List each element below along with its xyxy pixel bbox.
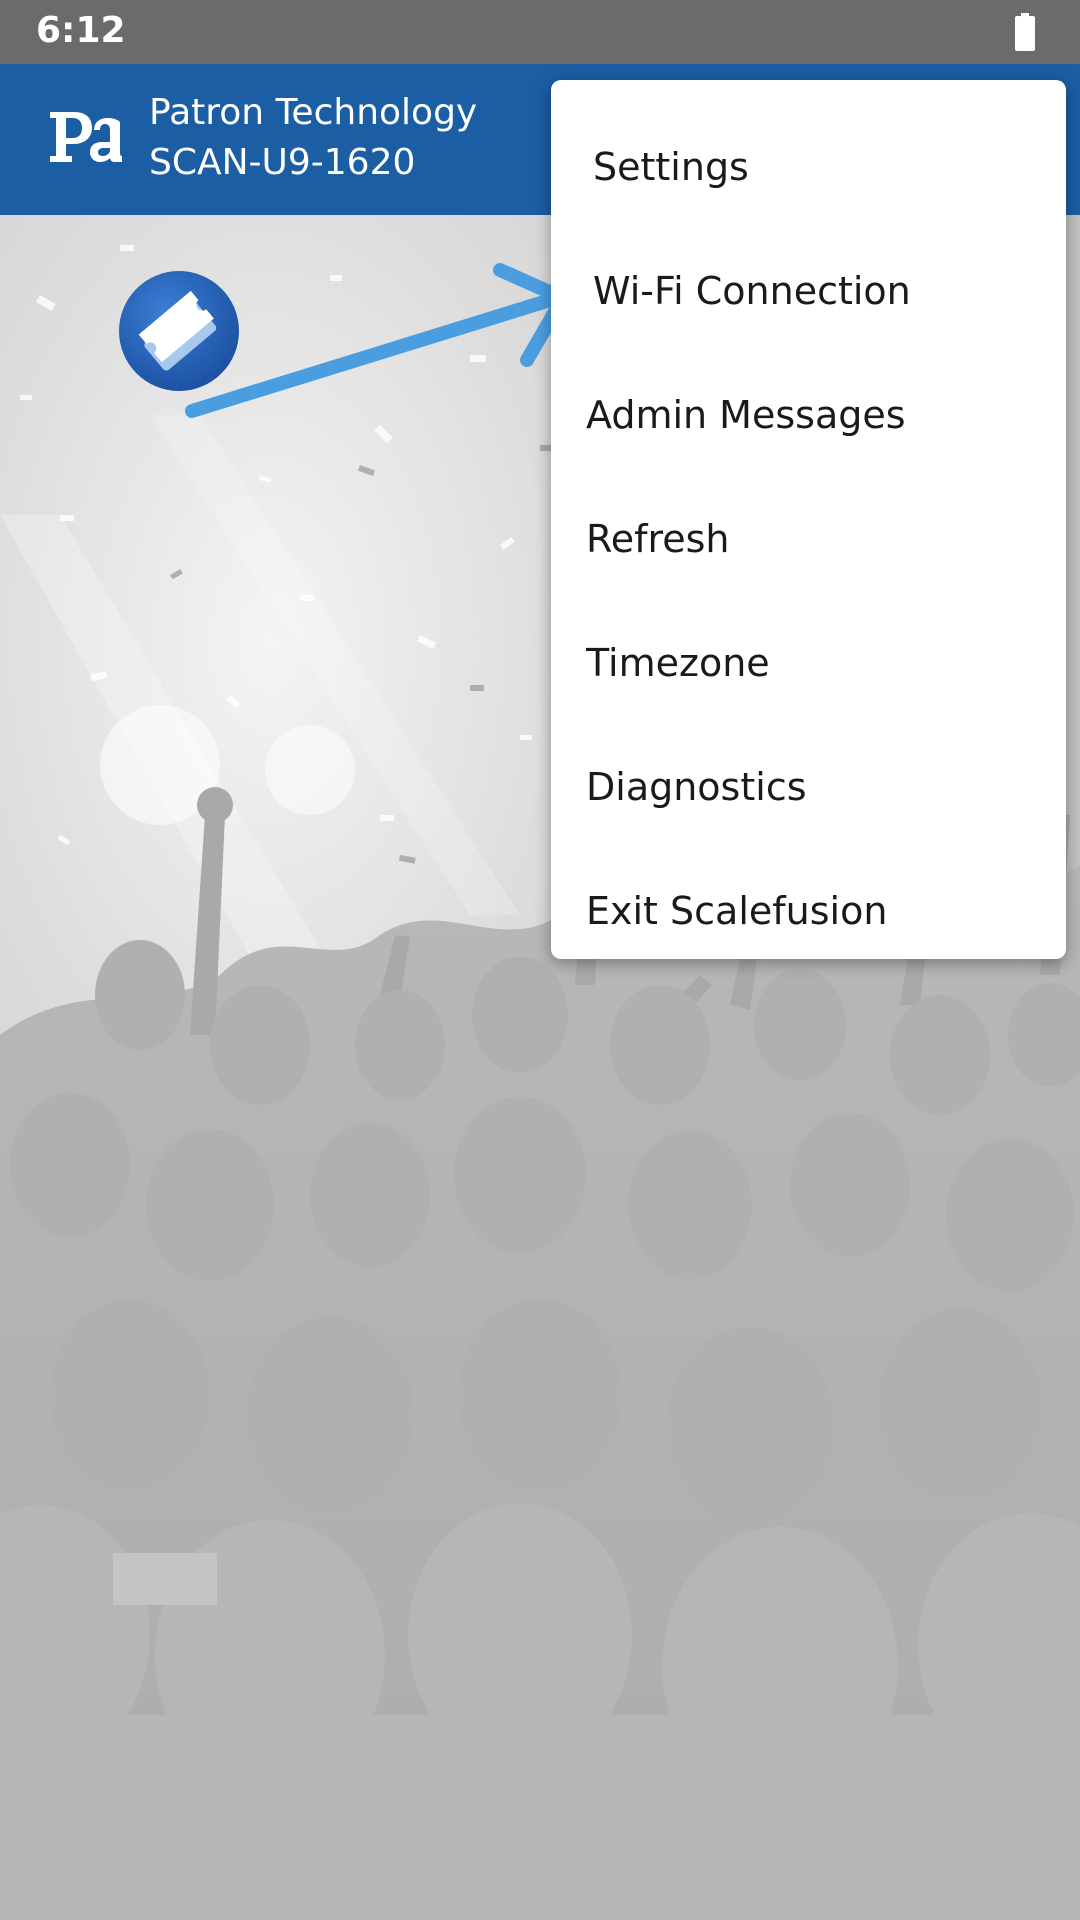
overflow-menu: Settings Wi-Fi Connection Admin Messages…: [551, 80, 1066, 959]
menu-item-diagnostics[interactable]: Diagnostics: [551, 725, 1066, 849]
battery-full-icon: [1015, 13, 1035, 51]
status-time: 6:12: [36, 10, 126, 51]
menu-item-refresh[interactable]: Refresh: [551, 477, 1066, 601]
device-id: SCAN-U9-1620: [149, 142, 416, 183]
app-title: Patron Technology: [149, 92, 478, 133]
menu-item-admin-messages[interactable]: Admin Messages: [551, 353, 1066, 477]
menu-item-settings[interactable]: Settings: [551, 105, 1066, 229]
menu-item-wifi-connection[interactable]: Wi-Fi Connection: [551, 229, 1066, 353]
placeholder-block: [113, 1553, 217, 1605]
menu-item-exit-scalefusion[interactable]: Exit Scalefusion: [551, 849, 1066, 973]
status-bar: 6:12: [0, 0, 1080, 64]
launcher-screen: 6:12 Patron Technology SCAN-U9-1620 Sett…: [0, 0, 1080, 1920]
patron-logo-icon: [50, 112, 122, 162]
ticket-icon[interactable]: [119, 271, 239, 391]
menu-item-timezone[interactable]: Timezone: [551, 601, 1066, 725]
